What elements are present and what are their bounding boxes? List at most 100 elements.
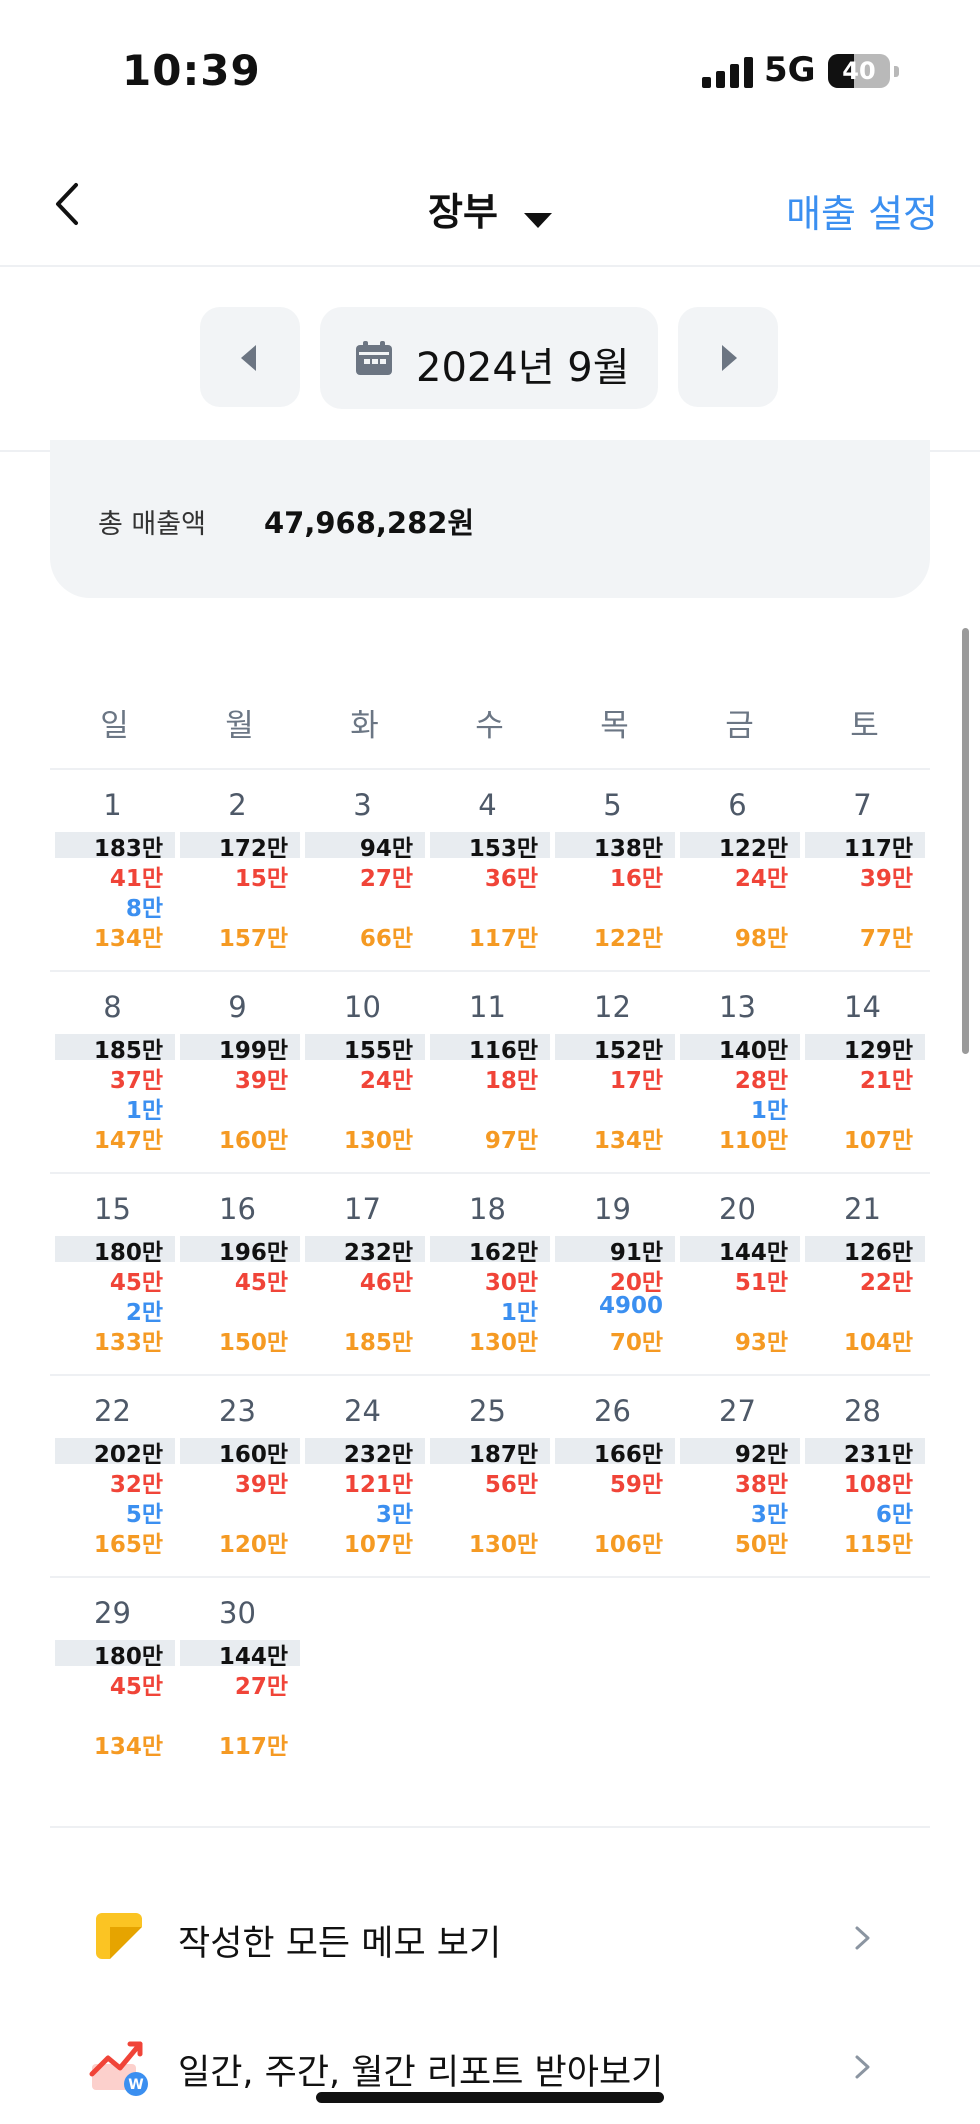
calendar-day-cell[interactable]: 18 162만 30만 1만 130만 [425, 1174, 550, 1376]
day-number: 6 [728, 788, 747, 822]
day-sales-total: 140만 [718, 1038, 788, 1064]
day-sales-total: 160만 [218, 1442, 288, 1468]
day-orange-amount: 97만 [484, 1128, 538, 1154]
home-indicator[interactable] [316, 2092, 664, 2103]
calendar-day-cell[interactable]: 9 199만 39만 160만 [175, 972, 300, 1174]
left-triangle-icon [241, 345, 256, 371]
calendar-day-cell[interactable]: 26 166만 59만 106만 [550, 1376, 675, 1578]
day-number: 14 [844, 990, 881, 1024]
day-orange-amount: 93만 [734, 1330, 788, 1356]
calendar-day-cell[interactable]: 24 232만 121만 3만 107만 [300, 1376, 425, 1578]
view-all-memos-row[interactable]: 작성한 모든 메모 보기 [0, 1893, 980, 1983]
day-red-amount: 24만 [359, 1068, 413, 1094]
calendar-day-cell[interactable]: 17 232만 46만 185만 [300, 1174, 425, 1376]
calendar-day-cell[interactable]: 8 185만 37만 1만 147만 [50, 972, 175, 1174]
calendar-day-cell[interactable]: 20 144만 51만 93만 [675, 1174, 800, 1376]
day-orange-amount: 117만 [468, 926, 538, 952]
day-red-amount: 24만 [734, 866, 788, 892]
calendar-day-cell[interactable]: 25 187만 56만 130만 [425, 1376, 550, 1578]
status-bar: 10:39 5G 40 [0, 0, 980, 130]
day-blue-amount: 5만 [125, 1502, 163, 1528]
sales-settings-button[interactable]: 매출 설정 [786, 183, 938, 238]
calendar-day-cell[interactable]: 27 92만 38만 3만 50만 [675, 1376, 800, 1578]
day-number: 16 [219, 1192, 256, 1226]
day-sales-total: 172만 [218, 836, 288, 862]
scrollbar[interactable] [962, 628, 969, 1054]
day-orange-amount: 165만 [93, 1532, 163, 1558]
day-red-amount: 32만 [109, 1472, 163, 1498]
day-orange-amount: 147만 [93, 1128, 163, 1154]
day-sales-total: 117만 [843, 836, 913, 862]
calendar-day-cell[interactable]: 1 183만 41만 8만 134만 [50, 770, 175, 972]
calendar-day-cell[interactable]: 4 153만 36만 117만 [425, 770, 550, 972]
day-sales-total: 180만 [93, 1644, 163, 1670]
day-orange-amount: 98만 [734, 926, 788, 952]
calendar-day-cell[interactable]: 29 180만 45만 134만 [50, 1578, 175, 1780]
weekday-sun: 일 [100, 708, 129, 744]
calendar-day-cell[interactable]: 28 231만 108만 6만 115만 [800, 1376, 925, 1578]
month-picker-button[interactable]: 2024년 9월 [320, 307, 658, 409]
day-sales-total: 196만 [218, 1240, 288, 1266]
day-number: 25 [469, 1394, 506, 1428]
day-number: 4 [478, 788, 497, 822]
calendar-day-cell[interactable]: 30 144만 27만 117만 [175, 1578, 300, 1780]
calendar-day-cell[interactable]: 7 117만 39만 77만 [800, 770, 925, 972]
day-red-amount: 46만 [359, 1270, 413, 1296]
day-red-amount: 39만 [234, 1472, 288, 1498]
calendar-day-cell[interactable]: 15 180만 45만 2만 133만 [50, 1174, 175, 1376]
day-sales-total: 129만 [843, 1038, 913, 1064]
day-red-amount: 27만 [234, 1674, 288, 1700]
calendar-day-cell[interactable]: 16 196만 45만 150만 [175, 1174, 300, 1376]
day-red-amount: 39만 [859, 866, 913, 892]
caret-down-icon [523, 213, 552, 228]
calendar-day-cell[interactable]: 19 91만 20만 4900 70만 [550, 1174, 675, 1376]
day-orange-amount: 117만 [218, 1734, 288, 1760]
calendar-day-cell[interactable]: 14 129만 21만 107만 [800, 972, 925, 1174]
section-divider [50, 1826, 930, 1828]
top-header: 장부 매출 설정 [0, 145, 980, 267]
right-triangle-icon [722, 345, 737, 371]
day-sales-total: 185만 [93, 1038, 163, 1064]
calendar-day-cell[interactable]: 6 122만 24만 98만 [675, 770, 800, 972]
reports-label: 일간, 주간, 월간 리포트 받아보기 [178, 2053, 664, 2093]
calendar-day-cell[interactable]: 13 140만 28만 1만 110만 [675, 972, 800, 1174]
calendar-day-cell[interactable]: 23 160만 39만 120만 [175, 1376, 300, 1578]
day-sales-total: 144만 [218, 1644, 288, 1670]
day-orange-amount: 107만 [343, 1532, 413, 1558]
svg-text:W: W [128, 2077, 143, 2093]
day-red-amount: 16만 [609, 866, 663, 892]
calendar-week-row: 1 183만 41만 8만 134만 2 172만 15만 157만 3 94만 27만 66만 4 153… [50, 768, 930, 972]
next-month-button[interactable] [678, 307, 778, 407]
day-number: 30 [219, 1596, 256, 1630]
previous-month-button[interactable] [200, 307, 300, 407]
calendar-day-cell[interactable]: 21 126만 22만 104만 [800, 1174, 925, 1376]
calendar-day-cell[interactable]: 3 94만 27만 66만 [300, 770, 425, 972]
day-number: 11 [469, 990, 506, 1024]
day-red-amount: 17만 [609, 1068, 663, 1094]
current-month-label: 2024년 9월 [416, 345, 630, 391]
day-orange-amount: 70만 [609, 1330, 663, 1356]
day-blue-amount: 3만 [750, 1502, 788, 1528]
calendar-day-cell[interactable]: 22 202만 32만 5만 165만 [50, 1376, 175, 1578]
weekday-sat: 토 [850, 708, 879, 744]
day-red-amount: 18만 [484, 1068, 538, 1094]
calendar-day-cell[interactable]: 5 138만 16만 122만 [550, 770, 675, 972]
day-number: 3 [353, 788, 372, 822]
weekday-header: 일 월 화 수 목 금 토 [52, 700, 928, 744]
day-number: 29 [94, 1596, 131, 1630]
day-orange-amount: 130만 [468, 1330, 538, 1356]
day-red-amount: 37만 [109, 1068, 163, 1094]
calendar-day-cell[interactable]: 2 172만 15만 157만 [175, 770, 300, 972]
day-red-amount: 45만 [109, 1270, 163, 1296]
calendar-day-cell[interactable]: 12 152만 17만 134만 [550, 972, 675, 1174]
day-blue-amount: 1만 [750, 1098, 788, 1124]
day-red-amount: 39만 [234, 1068, 288, 1094]
day-orange-amount: 77만 [859, 926, 913, 952]
day-sales-total: 152만 [593, 1038, 663, 1064]
battery-level: 40 [842, 57, 876, 85]
day-number: 7 [853, 788, 872, 822]
calendar-day-cell[interactable]: 11 116만 18만 97만 [425, 972, 550, 1174]
day-sales-total: 202만 [93, 1442, 163, 1468]
day-orange-amount: 185만 [343, 1330, 413, 1356]
calendar-day-cell[interactable]: 10 155만 24만 130만 [300, 972, 425, 1174]
